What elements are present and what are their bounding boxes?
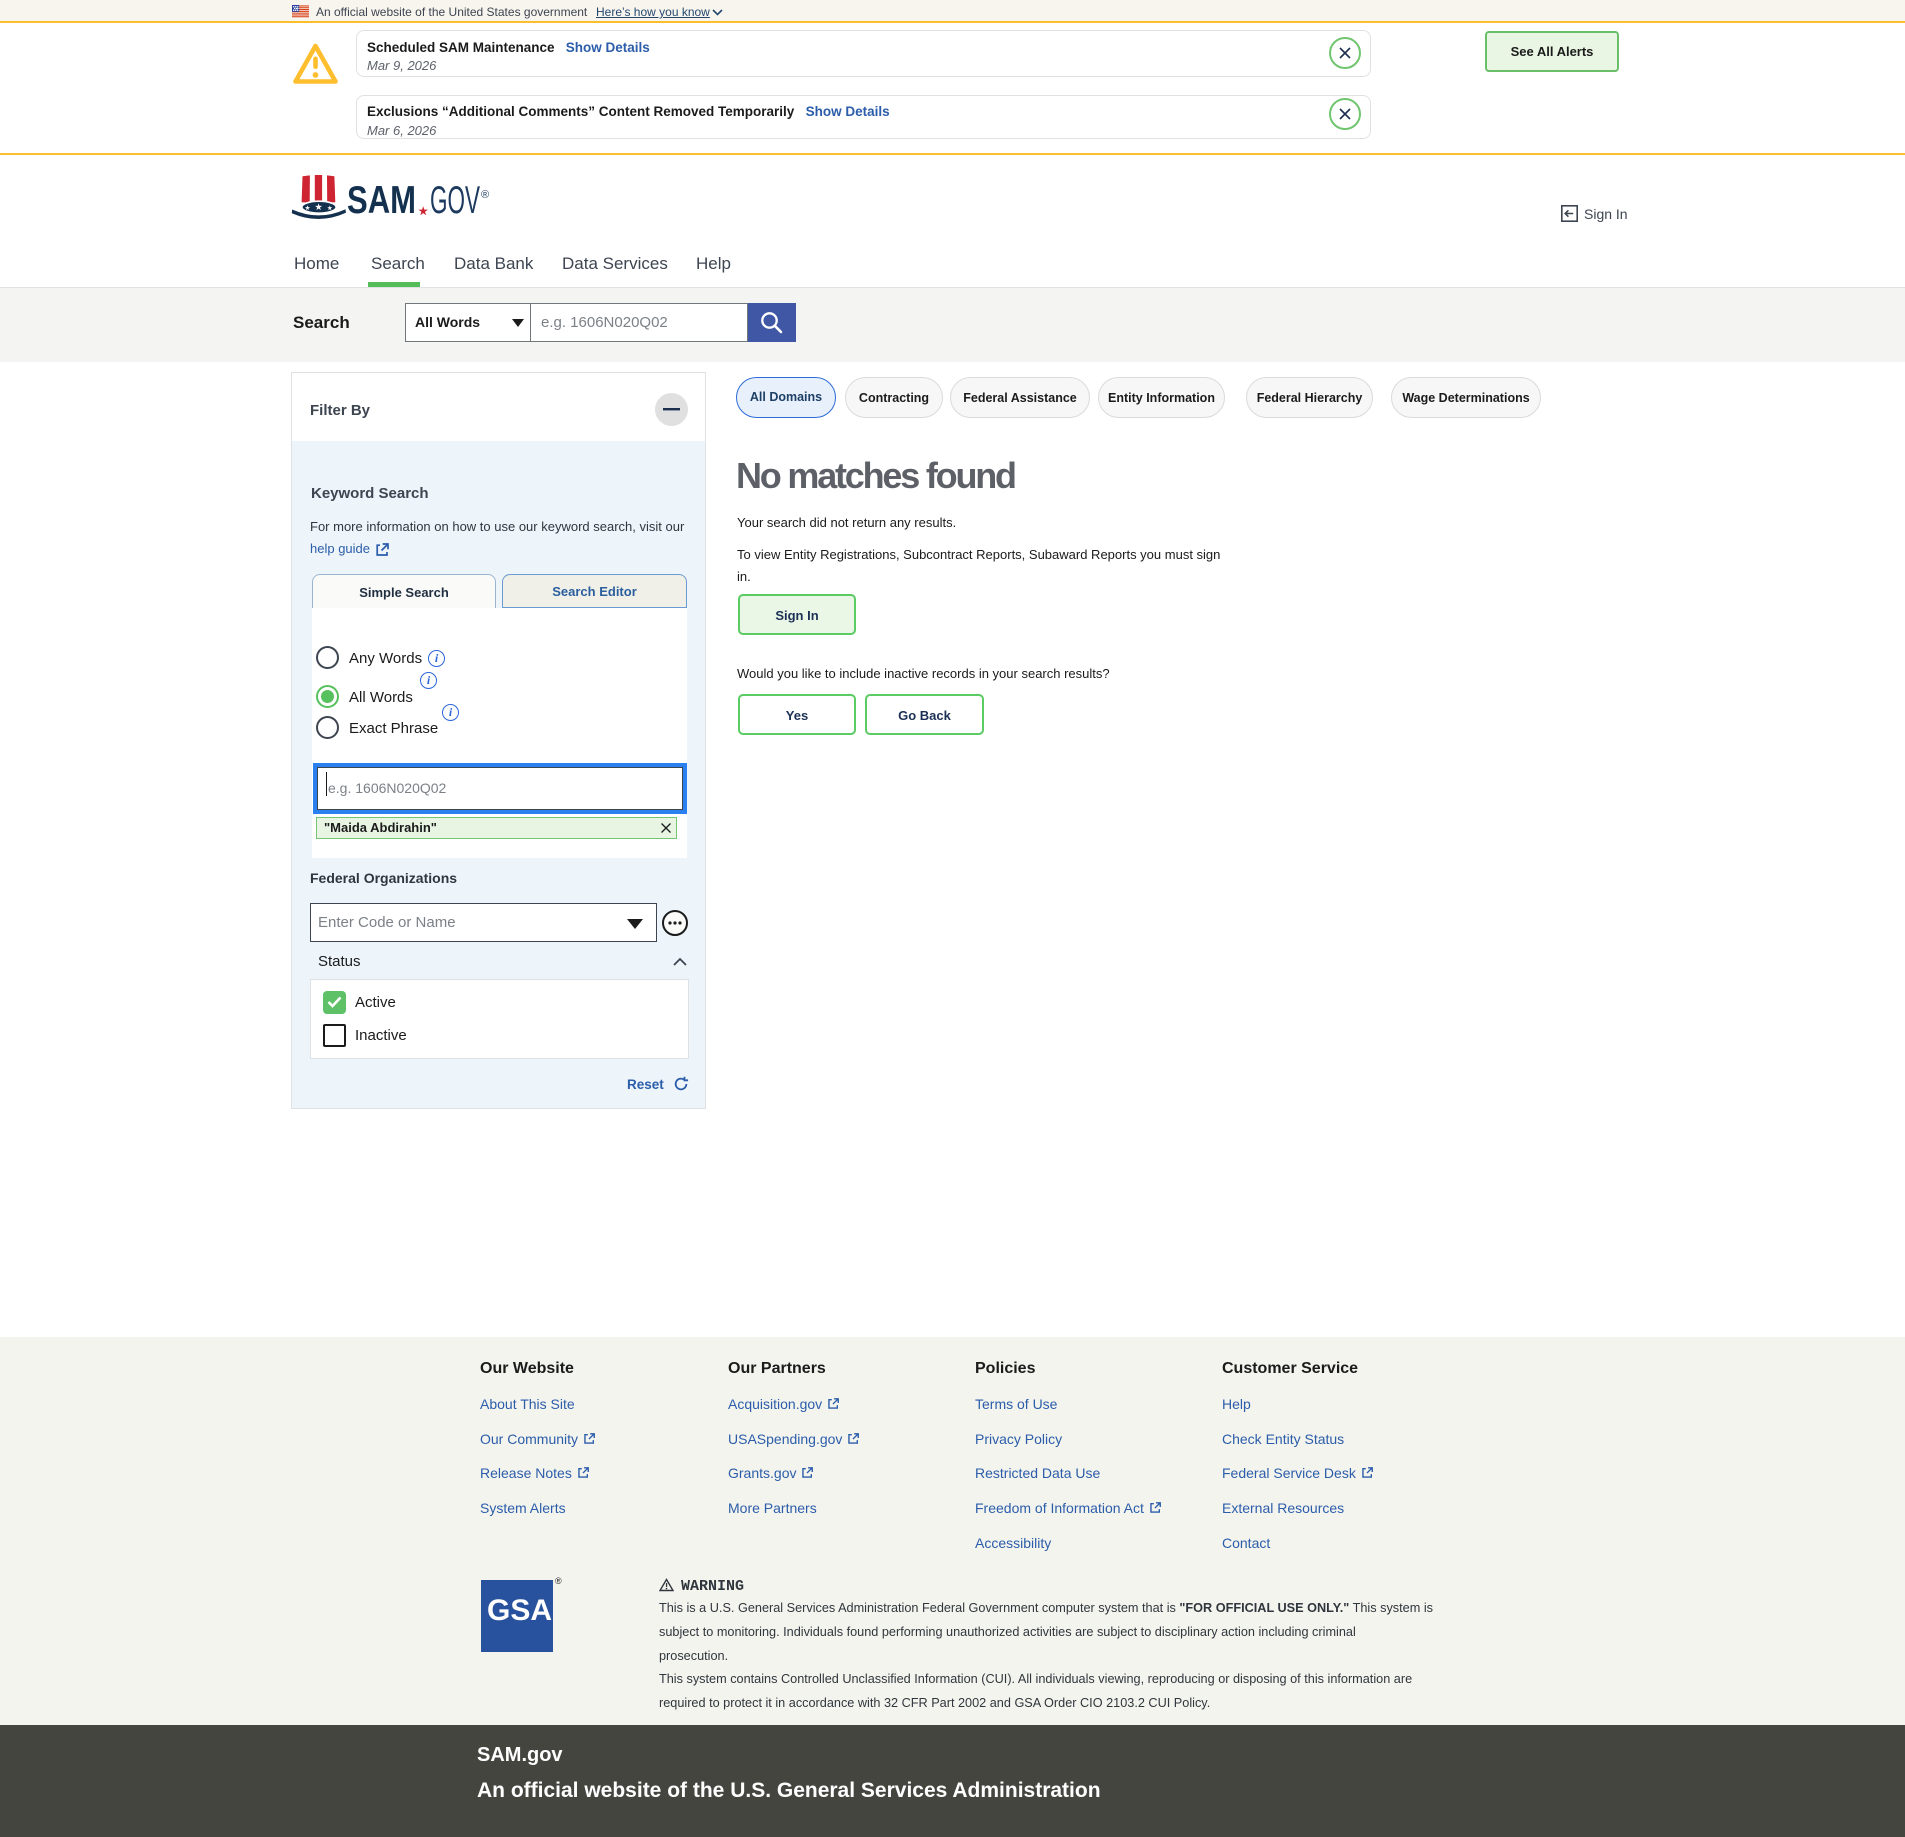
svg-text:®: ® xyxy=(481,189,489,201)
svg-text:GOV: GOV xyxy=(430,179,480,222)
svg-text:SAM: SAM xyxy=(347,179,416,222)
